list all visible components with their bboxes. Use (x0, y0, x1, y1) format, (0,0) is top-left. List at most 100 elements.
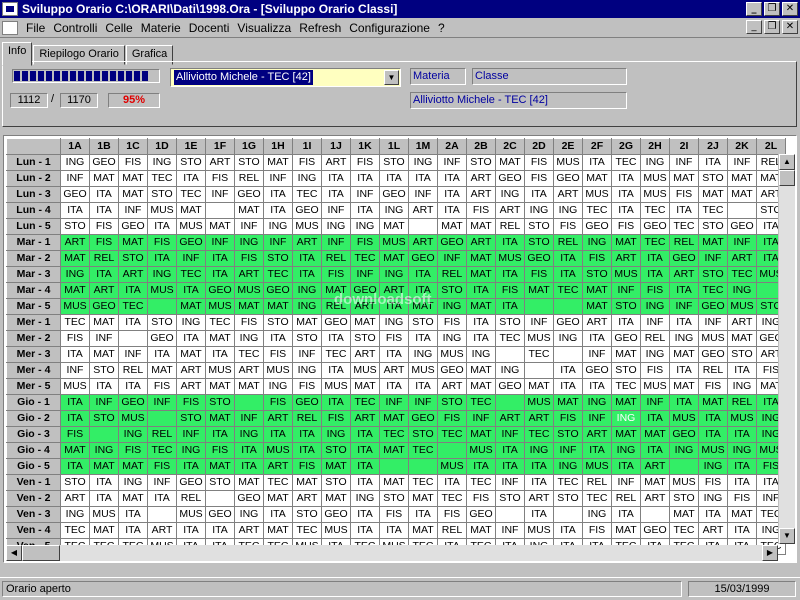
schedule-cell[interactable]: ITA (640, 266, 670, 283)
schedule-cell[interactable]: ITA (408, 282, 438, 299)
schedule-cell[interactable]: ING (292, 298, 322, 315)
schedule-cell[interactable]: TEC (437, 426, 467, 443)
schedule-cell[interactable]: MUS (524, 522, 554, 539)
schedule-cell[interactable]: REL (321, 298, 351, 315)
schedule-cell[interactable]: MUS (321, 522, 351, 539)
schedule-cell[interactable]: ING (379, 266, 409, 283)
schedule-cell[interactable]: TEC (205, 314, 235, 331)
schedule-cell[interactable]: GEO (89, 154, 119, 171)
schedule-cell[interactable]: ITA (321, 186, 351, 203)
schedule-cell[interactable]: STO (408, 426, 438, 443)
schedule-cell[interactable]: FIS (524, 170, 554, 187)
menu-docenti[interactable]: Docenti (185, 21, 234, 35)
column-header[interactable]: 2L (756, 138, 786, 155)
schedule-cell[interactable]: STO (466, 154, 496, 171)
schedule-cell[interactable]: ITA (205, 266, 235, 283)
column-header[interactable]: 2D (524, 138, 554, 155)
schedule-cell[interactable]: ING (495, 362, 525, 379)
schedule-cell[interactable]: FIS (669, 186, 699, 203)
schedule-cell[interactable]: ART (466, 234, 496, 251)
schedule-cell[interactable]: TEC (292, 186, 322, 203)
schedule-cell[interactable]: MUS (147, 282, 177, 299)
schedule-cell[interactable]: INF (669, 154, 699, 171)
schedule-cell[interactable]: MUS (350, 362, 380, 379)
menu-celle[interactable]: Celle (101, 21, 136, 35)
schedule-cell[interactable]: TEC (727, 266, 757, 283)
menu-materie[interactable]: Materie (137, 21, 185, 35)
schedule-cell[interactable]: MUS (379, 234, 409, 251)
schedule-cell[interactable]: MAT (698, 186, 728, 203)
row-header[interactable]: Lun - 4 (6, 202, 61, 219)
schedule-cell[interactable]: ING (640, 154, 670, 171)
schedule-cell[interactable]: REL (321, 250, 351, 267)
schedule-cell[interactable]: TEC (176, 186, 206, 203)
row-header[interactable]: Lun - 3 (6, 186, 61, 203)
schedule-cell[interactable]: MUS (60, 378, 90, 395)
schedule-cell[interactable]: ART (524, 490, 554, 507)
schedule-cell[interactable]: MAT (234, 202, 264, 219)
schedule-cell[interactable]: ITA (118, 314, 148, 331)
schedule-cell[interactable]: GEO (350, 282, 380, 299)
schedule-cell[interactable] (205, 202, 235, 219)
schedule-cell[interactable]: ART (321, 154, 351, 171)
schedule-cell[interactable]: ITA (292, 426, 322, 443)
schedule-cell[interactable]: STO (321, 442, 351, 459)
row-header[interactable]: Mer - 4 (6, 362, 61, 379)
schedule-cell[interactable]: TEC (611, 154, 641, 171)
schedule-cell[interactable]: MAT (118, 170, 148, 187)
schedule-cell[interactable]: FIS (727, 490, 757, 507)
schedule-cell[interactable]: MAT (727, 170, 757, 187)
schedule-cell[interactable]: MAT (466, 266, 496, 283)
schedule-cell[interactable]: FIS (553, 218, 583, 235)
schedule-cell[interactable]: STO (176, 410, 206, 427)
schedule-cell[interactable]: MUS (321, 378, 351, 395)
schedule-cell[interactable]: MAT (89, 314, 119, 331)
teacher-select[interactable]: Alliviotto Michele - TEC [42] ▼ (170, 68, 401, 87)
schedule-cell[interactable]: INF (698, 250, 728, 267)
schedule-cell[interactable]: GEO (118, 394, 148, 411)
minimize-button[interactable]: _ (746, 2, 762, 16)
schedule-cell[interactable]: ITA (495, 234, 525, 251)
schedule-cell[interactable]: ITA (727, 458, 757, 475)
schedule-cell[interactable]: MAT (89, 170, 119, 187)
schedule-cell[interactable]: TEC (582, 490, 612, 507)
schedule-cell[interactable]: MUS (147, 202, 177, 219)
schedule-cell[interactable]: ART (466, 186, 496, 203)
schedule-cell[interactable]: MAT (379, 218, 409, 235)
schedule-cell[interactable]: ITA (147, 218, 177, 235)
schedule-cell[interactable]: ART (176, 362, 206, 379)
row-header[interactable]: Mer - 3 (6, 346, 61, 363)
schedule-cell[interactable]: ITA (669, 202, 699, 219)
schedule-cell[interactable]: ING (408, 346, 438, 363)
schedule-cell[interactable]: ITA (292, 250, 322, 267)
schedule-cell[interactable]: TEC (263, 474, 293, 491)
schedule-cell[interactable]: GEO (60, 186, 90, 203)
schedule-cell[interactable] (147, 410, 177, 427)
schedule-cell[interactable]: ART (350, 346, 380, 363)
schedule-cell[interactable]: STO (582, 266, 612, 283)
schedule-cell[interactable]: MAT (727, 330, 757, 347)
schedule-cell[interactable]: ITA (176, 458, 206, 475)
schedule-cell[interactable]: FIS (582, 250, 612, 267)
schedule-cell[interactable]: TEC (524, 426, 554, 443)
schedule-cell[interactable]: ITA (60, 458, 90, 475)
schedule-cell[interactable]: ITA (582, 330, 612, 347)
schedule-cell[interactable]: ING (234, 426, 264, 443)
schedule-cell[interactable]: ING (147, 154, 177, 171)
schedule-cell[interactable]: ITA (611, 458, 641, 475)
schedule-cell[interactable] (379, 458, 409, 475)
row-header[interactable]: Mer - 1 (6, 314, 61, 331)
schedule-cell[interactable]: TEC (118, 298, 148, 315)
schedule-cell[interactable]: ITA (379, 170, 409, 187)
schedule-cell[interactable]: FIS (292, 154, 322, 171)
schedule-cell[interactable]: ITA (437, 202, 467, 219)
schedule-cell[interactable]: MAT (292, 314, 322, 331)
schedule-cell[interactable]: TEC (408, 442, 438, 459)
schedule-cell[interactable]: ITA (553, 250, 583, 267)
schedule-cell[interactable]: MUS (205, 362, 235, 379)
column-header[interactable]: 1M (408, 138, 438, 155)
schedule-cell[interactable]: GEO (234, 490, 264, 507)
row-header[interactable]: Ven - 2 (6, 490, 61, 507)
schedule-cell[interactable]: ITA (466, 314, 496, 331)
schedule-cell[interactable]: FIS (698, 474, 728, 491)
